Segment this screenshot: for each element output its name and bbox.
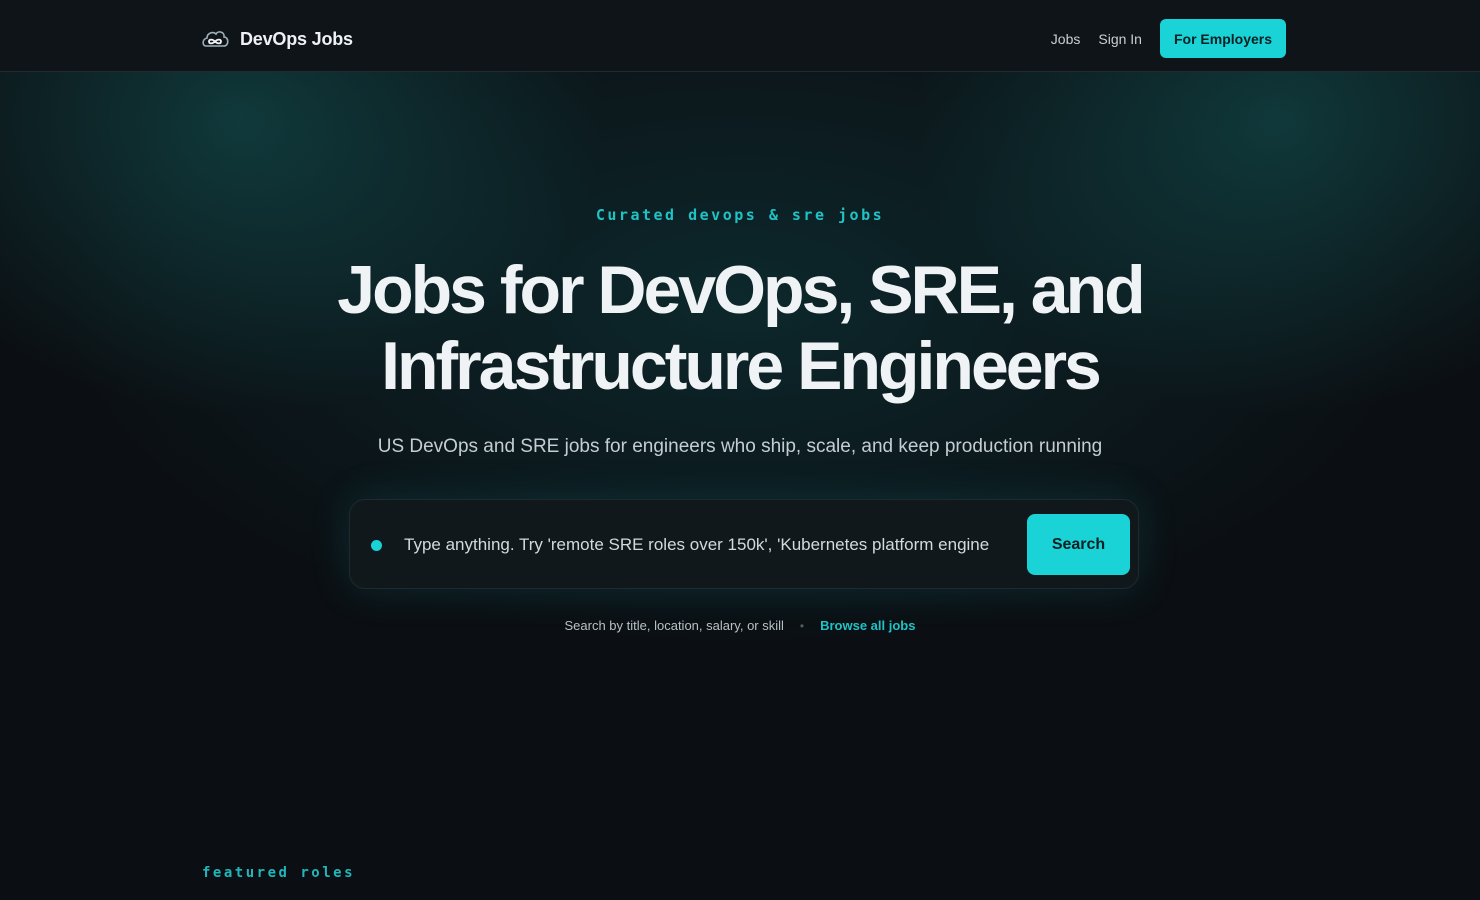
search-hint-text: Search by title, location, salary, or sk… (564, 618, 784, 633)
brand-name: DevOps Jobs (240, 28, 353, 49)
nav-link-sign-in[interactable]: Sign In (1098, 31, 1142, 47)
main-nav: Jobs Sign In For Employers (1051, 19, 1286, 58)
page: DevOps Jobs Jobs Sign In For Employers C… (0, 0, 1480, 900)
status-dot-icon (371, 540, 382, 551)
browse-all-jobs-link[interactable]: Browse all jobs (820, 618, 915, 633)
search-hint-row: Search by title, location, salary, or sk… (0, 618, 1480, 633)
featured-roles-heading: featured roles (202, 865, 356, 881)
hero-eyebrow: Curated devops & sre jobs (595, 206, 885, 224)
search-button[interactable]: Search (1027, 514, 1130, 575)
search-input[interactable] (404, 530, 990, 560)
search-bar: Search (349, 499, 1139, 589)
brand-home-link[interactable]: DevOps Jobs (200, 24, 353, 54)
hero-subtitle: US DevOps and SRE jobs for engineers who… (377, 436, 1103, 457)
hero-title: Jobs for DevOps, SRE, and Infrastructure… (337, 252, 1145, 404)
nav-link-jobs[interactable]: Jobs (1051, 31, 1081, 47)
top-header: DevOps Jobs Jobs Sign In For Employers (0, 0, 1480, 72)
infinity-cloud-logo-icon (202, 31, 229, 47)
hint-separator: • (799, 618, 805, 633)
for-employers-button[interactable]: For Employers (1159, 19, 1286, 58)
